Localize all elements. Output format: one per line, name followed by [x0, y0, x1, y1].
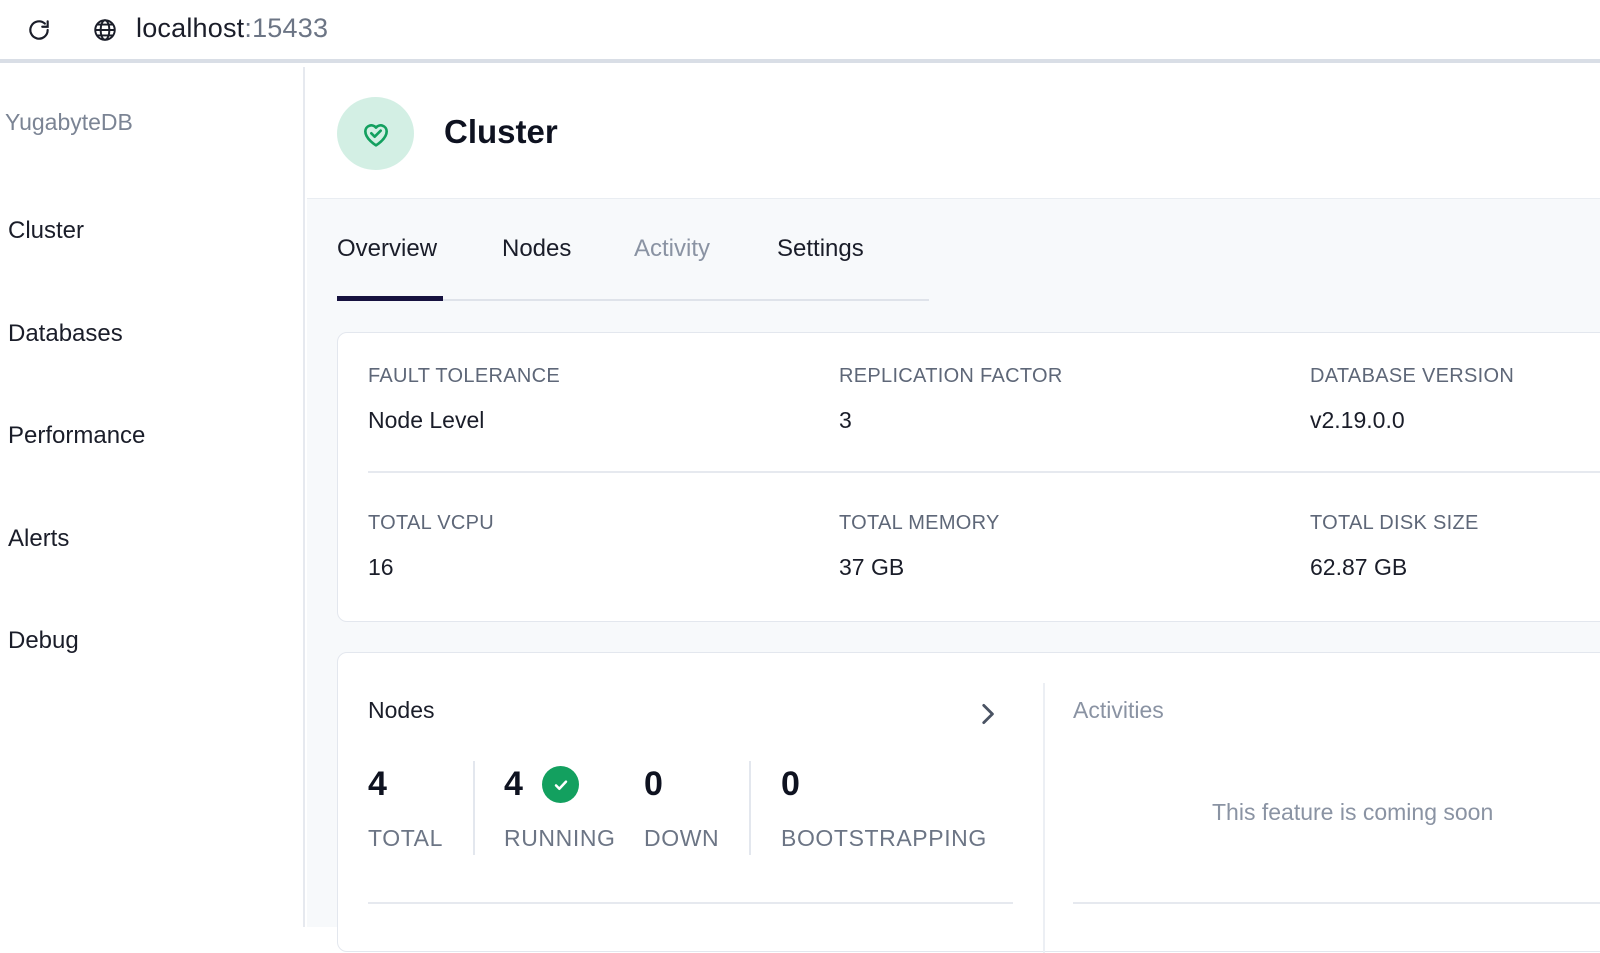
- nodes-bootstrapping-label: BOOTSTRAPPING: [781, 825, 987, 851]
- nodes-down-label: DOWN: [644, 825, 720, 851]
- activities-section-title: Activities: [1073, 697, 1164, 723]
- nodes-bootstrapping-value: 0: [781, 765, 800, 803]
- cluster-info-card: FAULT TOLERANCE Node Level REPLICATION F…: [337, 332, 1600, 622]
- tab-bar: Overview Nodes Activity Settings: [337, 231, 929, 301]
- total-disk-value: 62.87 GB: [1310, 554, 1408, 580]
- database-version-label: DATABASE VERSION: [1310, 365, 1515, 387]
- column-separator: [1043, 683, 1045, 953]
- coming-soon-message: This feature is coming soon: [1212, 799, 1494, 825]
- sidebar-item-performance[interactable]: Performance: [8, 422, 145, 450]
- reload-icon[interactable]: [26, 17, 52, 43]
- info-divider: [368, 471, 1600, 473]
- fault-tolerance-value: Node Level: [368, 407, 485, 433]
- url-field[interactable]: localhost:15433: [136, 13, 328, 44]
- nodes-total-value: 4: [368, 765, 387, 803]
- page-title: Cluster: [444, 113, 558, 150]
- check-icon: [554, 779, 567, 790]
- sidebar-item-cluster[interactable]: Cluster: [8, 217, 84, 245]
- total-vcpu-label: TOTAL VCPU: [368, 512, 494, 534]
- sidebar-item-alerts[interactable]: Alerts: [8, 525, 69, 553]
- running-status-badge: [542, 766, 579, 803]
- tab-activity[interactable]: Activity: [634, 235, 710, 263]
- active-tab-indicator: [337, 296, 443, 301]
- total-vcpu-value: 16: [368, 554, 394, 580]
- total-memory-value: 37 GB: [839, 554, 905, 580]
- replication-factor-value: 3: [839, 407, 852, 433]
- main-content: Cluster Overview Nodes Activity Settings…: [307, 67, 1600, 953]
- nodes-down-value: 0: [644, 765, 663, 803]
- stat-separator: [749, 761, 751, 855]
- sidebar-item-debug[interactable]: Debug: [8, 627, 79, 655]
- nodes-running-value: 4: [504, 765, 523, 803]
- stat-separator: [473, 761, 475, 855]
- tab-settings[interactable]: Settings: [777, 235, 864, 263]
- total-memory-label: TOTAL MEMORY: [839, 512, 1000, 534]
- chevron-right-icon[interactable]: [974, 700, 1000, 728]
- replication-factor-label: REPLICATION FACTOR: [839, 365, 1063, 387]
- fault-tolerance-label: FAULT TOLERANCE: [368, 365, 560, 387]
- tab-overview[interactable]: Overview: [337, 235, 437, 263]
- nodes-divider: [368, 902, 1013, 904]
- nodes-section-title: Nodes: [368, 697, 435, 723]
- page-header: Cluster: [307, 67, 1600, 199]
- url-host: localhost: [136, 13, 245, 43]
- nodes-total-label: TOTAL: [368, 825, 443, 851]
- tab-nodes[interactable]: Nodes: [502, 235, 571, 263]
- globe-icon: [94, 19, 116, 41]
- activities-divider: [1073, 902, 1600, 904]
- cluster-header-badge: [337, 97, 414, 170]
- sidebar: YugabyteDB Cluster Databases Performance…: [0, 67, 305, 927]
- brand-logo-text[interactable]: YugabyteDB: [5, 109, 133, 136]
- sidebar-item-databases[interactable]: Databases: [8, 320, 123, 348]
- browser-address-bar: localhost:15433: [0, 0, 1600, 63]
- heart-check-icon: [363, 123, 388, 147]
- total-disk-label: TOTAL DISK SIZE: [1310, 512, 1479, 534]
- url-port: :15433: [244, 13, 329, 43]
- database-version-value: v2.19.0.0: [1310, 407, 1405, 433]
- nodes-running-label: RUNNING: [504, 825, 616, 851]
- nodes-activities-card: Nodes 4 TOTAL 4 RUNNING 0 DOWN 0 BOOTSTR…: [337, 652, 1600, 953]
